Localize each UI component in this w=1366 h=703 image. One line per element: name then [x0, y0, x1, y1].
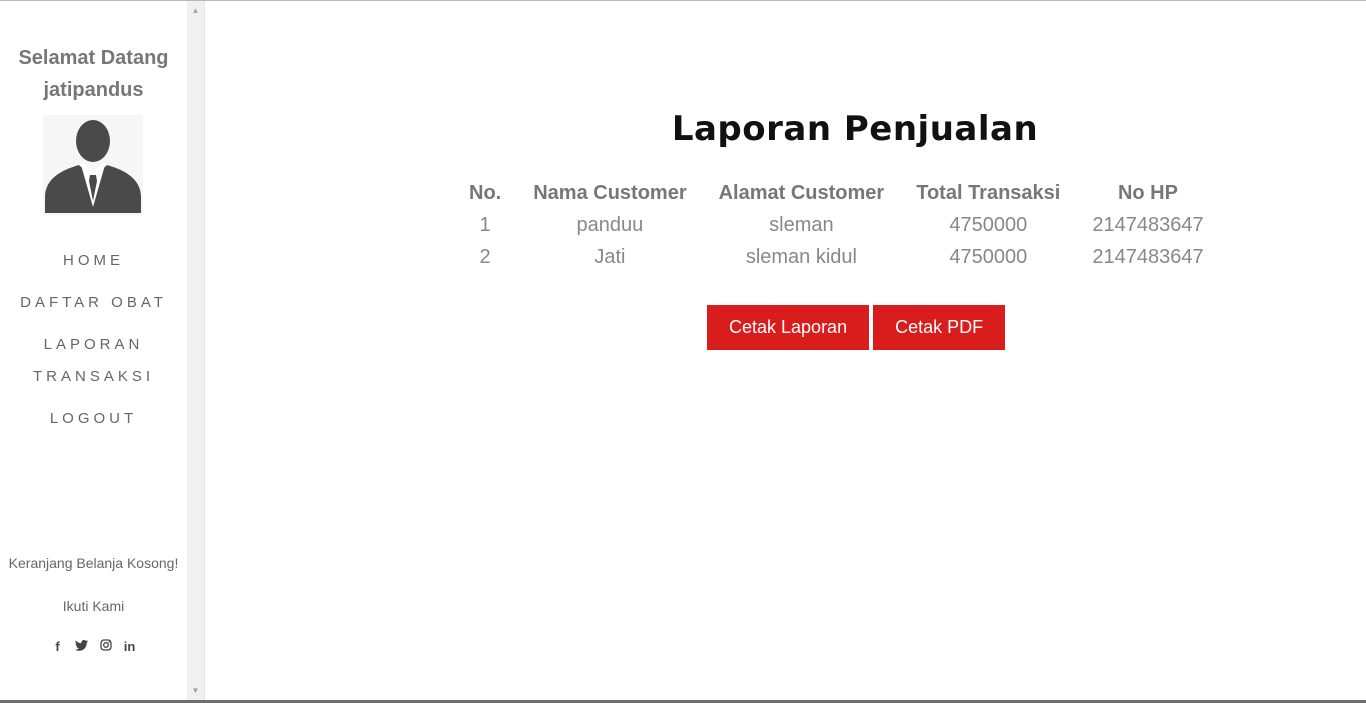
cell-no: 1 — [479, 213, 491, 236]
page-title-text: Laporan Penjualan — [671, 109, 1039, 149]
sales-report-table: No. Nama Customer Alamat Customer Total … — [453, 177, 1220, 273]
linkedin-icon[interactable]: in — [123, 639, 137, 654]
welcome-message: Selamat Datang jatipandus — [0, 42, 187, 106]
cell-no-hp: 2147483647 — [1092, 213, 1204, 236]
cell-alamat-customer: sleman — [769, 213, 834, 236]
cell-nama-customer: Jati — [594, 245, 626, 268]
cell-alamat-customer: sleman kidul — [745, 245, 857, 268]
column-header-total-transaksi: Total Transaksi — [916, 181, 1061, 204]
twitter-icon[interactable] — [75, 639, 89, 654]
scroll-up-arrow-icon[interactable]: ▲ — [187, 5, 204, 17]
main-navigation: HOME DAFTAR OBAT LAPORAN TRANSAKSI LOGOU… — [0, 245, 187, 445]
facebook-icon[interactable]: f — [51, 639, 65, 654]
nav-item-daftar-obat[interactable]: DAFTAR OBAT — [0, 287, 187, 319]
cell-no-hp: 2147483647 — [1092, 245, 1204, 268]
cart-status: Keranjang Belanja Kosong! — [8, 555, 179, 571]
sidebar: Selamat Datang jatipandus HOME DAFTAR OB… — [0, 1, 187, 700]
cell-total-transaksi: 4750000 — [949, 213, 1028, 236]
instagram-icon[interactable] — [99, 639, 113, 654]
table-row: 1 panduu sleman 4750000 2147483647 — [453, 209, 1220, 241]
scroll-down-arrow-icon[interactable]: ▼ — [187, 685, 204, 697]
table-header-row: No. Nama Customer Alamat Customer Total … — [453, 177, 1220, 209]
page-title: Laporan Penjualan — [205, 109, 1366, 149]
cell-nama-customer: panduu — [576, 213, 644, 236]
column-header-no-hp: No HP — [1117, 181, 1178, 204]
column-header-nama-customer: Nama Customer — [533, 181, 687, 204]
report-actions: Cetak Laporan Cetak PDF — [707, 305, 1006, 350]
print-report-button[interactable]: Cetak Laporan — [707, 305, 870, 350]
column-header-alamat-customer: Alamat Customer — [718, 181, 885, 204]
column-header-no: No. — [469, 181, 502, 204]
table-row: 2 Jati sleman kidul 4750000 2147483647 — [453, 241, 1220, 273]
welcome-greeting: Selamat Datang — [18, 47, 169, 69]
nav-item-home[interactable]: HOME — [0, 245, 187, 277]
social-links: f in — [0, 639, 187, 654]
nav-item-laporan-transaksi[interactable]: LAPORAN TRANSAKSI — [29, 329, 159, 393]
follow-us-label: Ikuti Kami — [62, 598, 125, 614]
user-avatar-icon — [43, 115, 143, 215]
cell-total-transaksi: 4750000 — [949, 245, 1028, 268]
sidebar-scrollbar[interactable]: ▲ ▼ — [187, 1, 205, 700]
cell-no: 2 — [479, 245, 491, 268]
print-pdf-button[interactable]: Cetak PDF — [873, 305, 1006, 350]
nav-item-logout[interactable]: LOGOUT — [0, 403, 187, 435]
welcome-username: jatipandus — [43, 79, 144, 101]
main-content: Laporan Penjualan No. Nama Customer Alam… — [205, 1, 1366, 700]
